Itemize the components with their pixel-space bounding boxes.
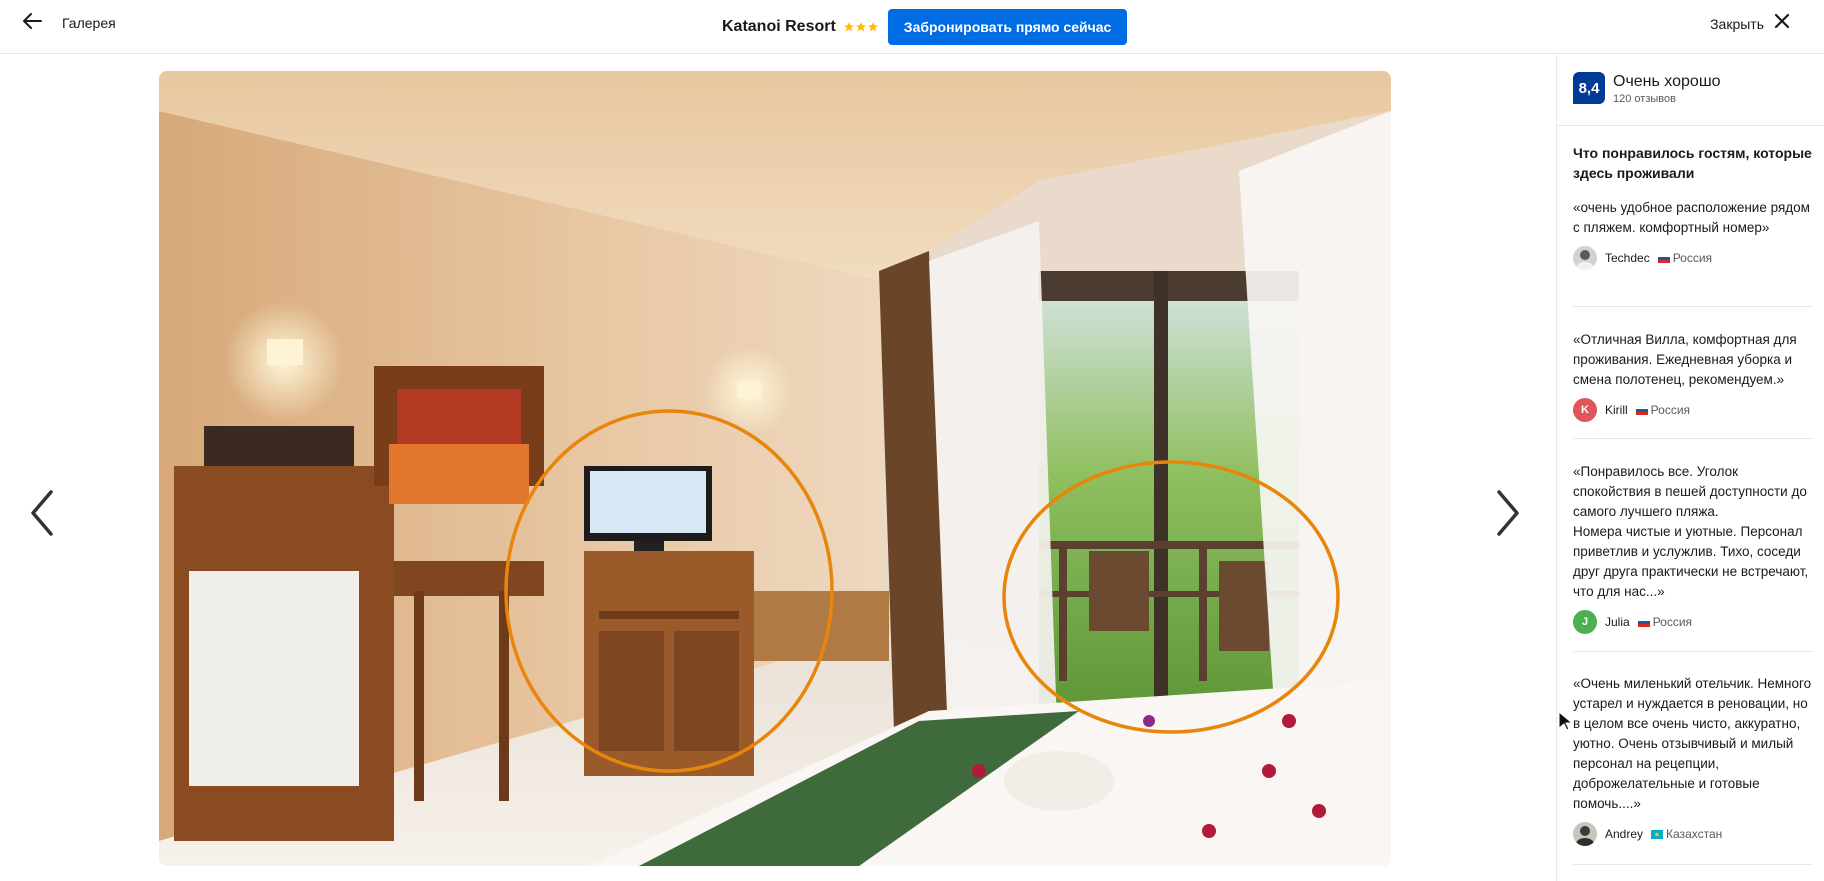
review-count: 120 отзывов [1613,93,1676,105]
reviewer-country: Россия [1635,403,1691,417]
divider [1573,438,1813,439]
rating-summary[interactable]: 8,4 Очень хорошо 120 отзывов [1573,72,1721,106]
divider [1573,306,1813,307]
hotel-name: Katanoi Resort [722,18,836,35]
mouse-cursor-icon [1558,711,1572,731]
back-to-gallery-button[interactable]: Галерея [20,10,116,36]
star-icon [843,22,854,32]
reviewer: Techdec Россия [1573,246,1813,270]
close-label: Закрыть [1710,15,1764,32]
kazakhstan-flag-icon [1651,829,1664,839]
country-name: Казахстан [1666,827,1723,841]
reviews-panel: 8,4 Очень хорошо 120 отзывов Что понрави… [1556,55,1824,881]
reviewer: J Julia Россия [1573,610,1813,634]
reviewer-country: Казахстан [1651,827,1722,841]
chevron-left-icon [31,490,53,536]
close-icon [1772,11,1792,36]
russia-flag-icon [1657,253,1670,263]
review-item: «Понравилось все. Уголок спокойствия в п… [1573,462,1813,634]
hotel-title-group: Katanoi Resort Забронировать прямо сейча… [722,9,1128,45]
reviews-heading: Что понравилось гостям, которые здесь пр… [1573,145,1812,181]
reviewer-name: Kirill [1605,403,1628,417]
score-label: Очень хорошо [1613,73,1721,90]
divider [1557,125,1824,126]
review-item: «Отличная Вилла, комфортная для проживан… [1573,330,1813,422]
reviewer: Andrey Казахстан [1573,822,1813,846]
reviewer-name: Julia [1605,615,1630,629]
top-bar: Галерея Katanoi Resort Забронировать пря… [0,0,1824,54]
country-name: Россия [1652,615,1693,629]
arrow-left-icon [20,9,44,38]
next-photo-button[interactable] [1491,486,1525,540]
country-name: Россия [1672,251,1713,265]
review-text: «Очень миленький отельчик. Немного устар… [1573,676,1812,811]
review-text: «очень удобное расположение рядом с пляж… [1573,200,1810,235]
avatar: J [1573,610,1597,634]
reviewer-country: Россия [1637,615,1693,629]
avatar [1573,246,1597,270]
star-rating [843,21,879,33]
close-button[interactable]: Закрыть [1710,11,1792,36]
photo-viewer [0,55,1556,881]
back-label: Галерея [62,15,116,31]
divider [1573,864,1813,865]
review-item: «Очень миленький отельчик. Немного устар… [1573,674,1813,846]
review-item: «очень удобное расположение рядом с пляж… [1573,198,1813,270]
review-text: «Отличная Вилла, комфортная для проживан… [1573,332,1797,387]
country-name: Россия [1650,403,1691,417]
reviewer-country: Россия [1657,251,1713,265]
avatar [1573,822,1597,846]
review-text: «Понравилось все. Уголок спокойствия в п… [1573,464,1809,599]
russia-flag-icon [1637,617,1650,627]
reviewer-name: Techdec [1605,251,1650,265]
russia-flag-icon [1635,405,1648,415]
star-icon [867,22,878,32]
avatar: K [1573,398,1597,422]
divider [1573,651,1813,652]
previous-photo-button[interactable] [25,486,59,540]
star-icon [855,22,866,32]
reviewer: K Kirill Россия [1573,398,1813,422]
reviewer-name: Andrey [1605,827,1644,841]
chevron-right-icon [1497,490,1519,536]
book-now-button[interactable]: Забронировать прямо сейчас [887,9,1128,45]
hotel-room-photo [159,71,1391,866]
score-badge: 8,4 [1573,72,1605,104]
